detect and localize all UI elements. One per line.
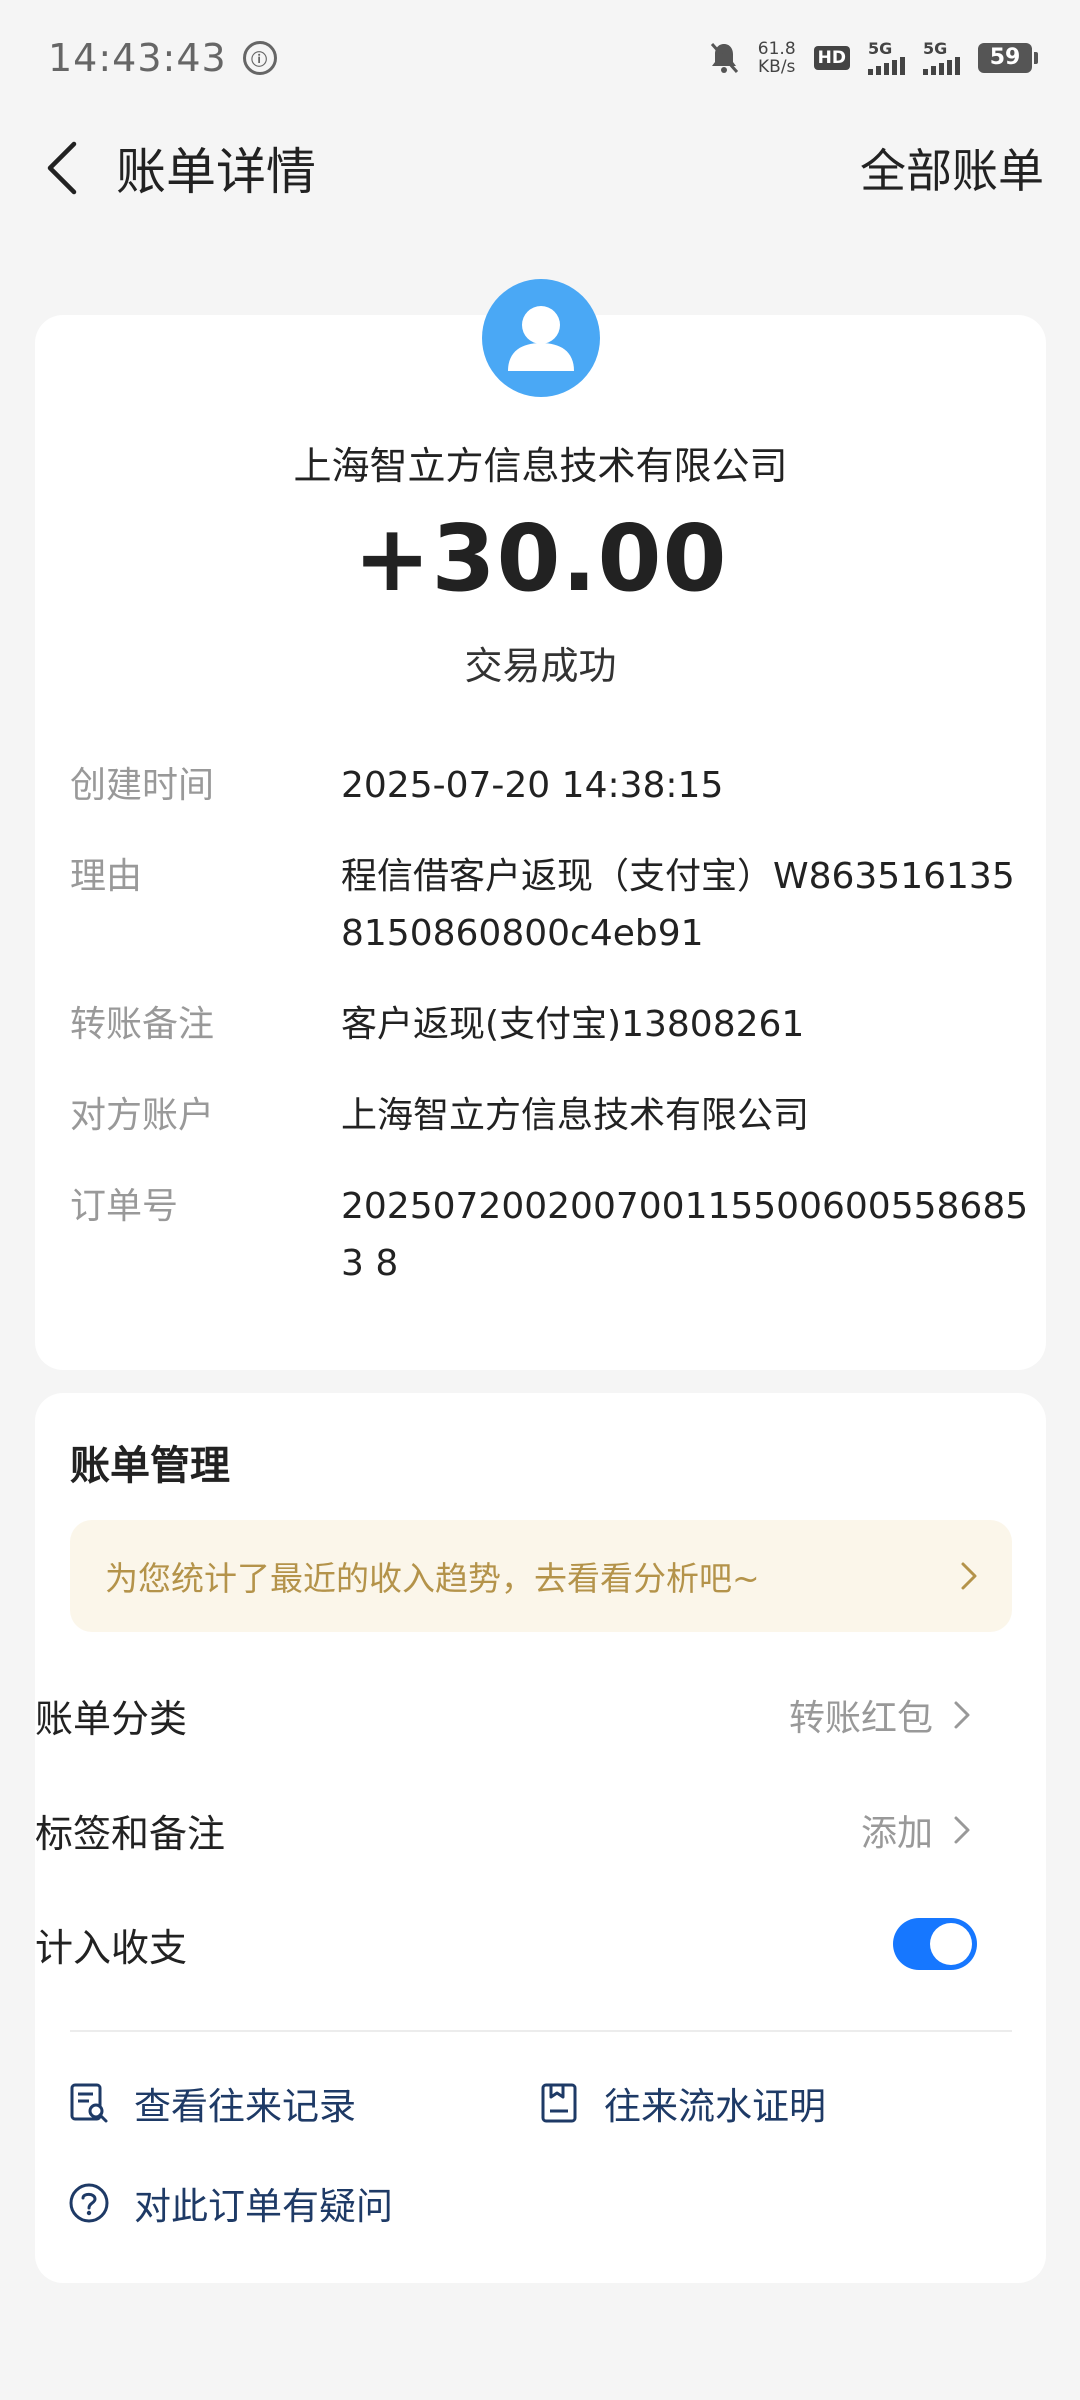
merchant-name: 上海智立方信息技术有限公司 bbox=[293, 444, 788, 488]
net-speed-value: 61.8 bbox=[757, 38, 796, 59]
income-trend-text: 为您统计了最近的收入趋势，去看看分析吧~ bbox=[105, 1559, 760, 1598]
detail-value: 2025-07-20 14:38:15 bbox=[341, 765, 724, 806]
income-trend-banner[interactable]: 为您统计了最近的收入趋势，去看看分析吧~ bbox=[70, 1520, 1012, 1632]
transaction-proof-label: 往来流水证明 bbox=[604, 2085, 826, 2128]
divider bbox=[70, 2030, 1012, 2032]
signal-sim2-icon: 5G bbox=[923, 38, 960, 75]
battery-level: 59 bbox=[989, 45, 1021, 70]
include-income-toggle[interactable] bbox=[893, 1918, 977, 1970]
transaction-card: 上海智立方信息技术有限公司 +30.00 交易成功 创建时间 2025-07-2… bbox=[35, 279, 1046, 1370]
transaction-proof-link[interactable]: 往来流水证明 bbox=[538, 2076, 826, 2130]
include-income-label: 计入收支 bbox=[35, 1925, 188, 1970]
detail-label: 订单号 bbox=[70, 1186, 179, 1227]
net-speed: 61.8 KB/s bbox=[758, 40, 796, 76]
user-icon bbox=[508, 306, 574, 371]
bill-category-value-wrap: 转账红包 bbox=[789, 1689, 977, 1741]
tags-notes-value-wrap: 添加 bbox=[861, 1804, 977, 1856]
bill-category-row[interactable]: 账单分类 转账红包 bbox=[35, 1675, 977, 1755]
page-title: 账单详情 bbox=[116, 142, 316, 201]
detail-row-transfer-note: 转账备注 客户返现(支付宝)13808261 bbox=[70, 996, 1030, 1053]
view-records-link[interactable]: 查看往来记录 bbox=[68, 2076, 356, 2130]
tags-notes-value: 添加 bbox=[860, 1813, 933, 1854]
order-question-link[interactable]: 对此订单有疑问 bbox=[68, 2176, 393, 2230]
sim2-label: 5G bbox=[923, 38, 948, 58]
detail-row-reason: 理由 程信借客户返现（支付宝）W8635161358150860800c4eb9… bbox=[70, 848, 1030, 962]
toggle-knob bbox=[930, 1923, 972, 1965]
bill-management-title: 账单管理 bbox=[70, 1443, 230, 1489]
detail-value: 客户返现(支付宝)13808261 bbox=[341, 1004, 805, 1045]
tags-notes-row[interactable]: 标签和备注 添加 bbox=[35, 1790, 977, 1870]
chevron-right-icon bbox=[947, 1695, 977, 1735]
transaction-status: 交易成功 bbox=[464, 644, 617, 688]
view-records-label: 查看往来记录 bbox=[134, 2085, 356, 2128]
detail-value: 程信借客户返现（支付宝）W8635161358150860800c4eb91 bbox=[341, 856, 1015, 954]
bill-category-label: 账单分类 bbox=[35, 1696, 188, 1741]
detail-list: 创建时间 2025-07-20 14:38:15 理由 程信借客户返现（支付宝）… bbox=[70, 757, 1030, 1326]
detail-row-counterparty: 对方账户 上海智立方信息技术有限公司 bbox=[70, 1087, 1030, 1144]
back-arrow-icon[interactable] bbox=[36, 138, 86, 198]
nav-left: 账单详情 bbox=[36, 132, 316, 204]
status-bar: 14:43:43 ⓘ 61.8 KB/s HD 5G 5G 59 bbox=[0, 0, 1080, 115]
net-speed-unit: KB/s bbox=[758, 56, 796, 77]
bill-category-value: 转账红包 bbox=[788, 1698, 933, 1739]
notification-app-icon: ⓘ bbox=[242, 40, 277, 75]
status-time: 14:43:43 bbox=[48, 35, 227, 80]
signal-sim1-icon: 5G bbox=[868, 38, 905, 75]
tags-notes-label: 标签和备注 bbox=[35, 1811, 226, 1856]
nav-bar: 账单详情 全部账单 bbox=[0, 115, 1080, 220]
detail-label: 转账备注 bbox=[70, 1004, 215, 1045]
merchant-avatar bbox=[482, 279, 600, 397]
detail-value: 上海智立方信息技术有限公司 bbox=[341, 1095, 810, 1136]
status-right: 61.8 KB/s HD 5G 5G 59 bbox=[708, 38, 1038, 76]
detail-row-created-time: 创建时间 2025-07-20 14:38:15 bbox=[70, 757, 1030, 814]
chevron-right-icon bbox=[947, 1810, 977, 1850]
detail-value[interactable]: 2025072002007001155006005586853 8 bbox=[341, 1178, 1030, 1292]
status-left: 14:43:43 ⓘ bbox=[48, 36, 277, 80]
order-question-label: 对此订单有疑问 bbox=[134, 2185, 393, 2228]
records-search-icon bbox=[68, 2082, 110, 2124]
battery-icon: 59 bbox=[978, 42, 1038, 73]
sim1-label: 5G bbox=[868, 38, 893, 58]
transaction-amount: +30.00 bbox=[353, 505, 728, 612]
document-icon bbox=[538, 2082, 580, 2124]
detail-label: 对方账户 bbox=[70, 1095, 215, 1136]
all-bills-link[interactable]: 全部账单 bbox=[860, 135, 1044, 201]
detail-row-order-number: 订单号 2025072002007001155006005586853 8 bbox=[70, 1178, 1030, 1292]
detail-label: 创建时间 bbox=[70, 765, 215, 806]
detail-label: 理由 bbox=[70, 856, 143, 897]
include-income-row: 计入收支 bbox=[35, 1904, 977, 1984]
question-circle-icon bbox=[68, 2182, 110, 2224]
hd-badge: HD bbox=[813, 45, 850, 70]
mute-bell-icon bbox=[710, 42, 738, 73]
chevron-right-icon bbox=[954, 1556, 984, 1596]
